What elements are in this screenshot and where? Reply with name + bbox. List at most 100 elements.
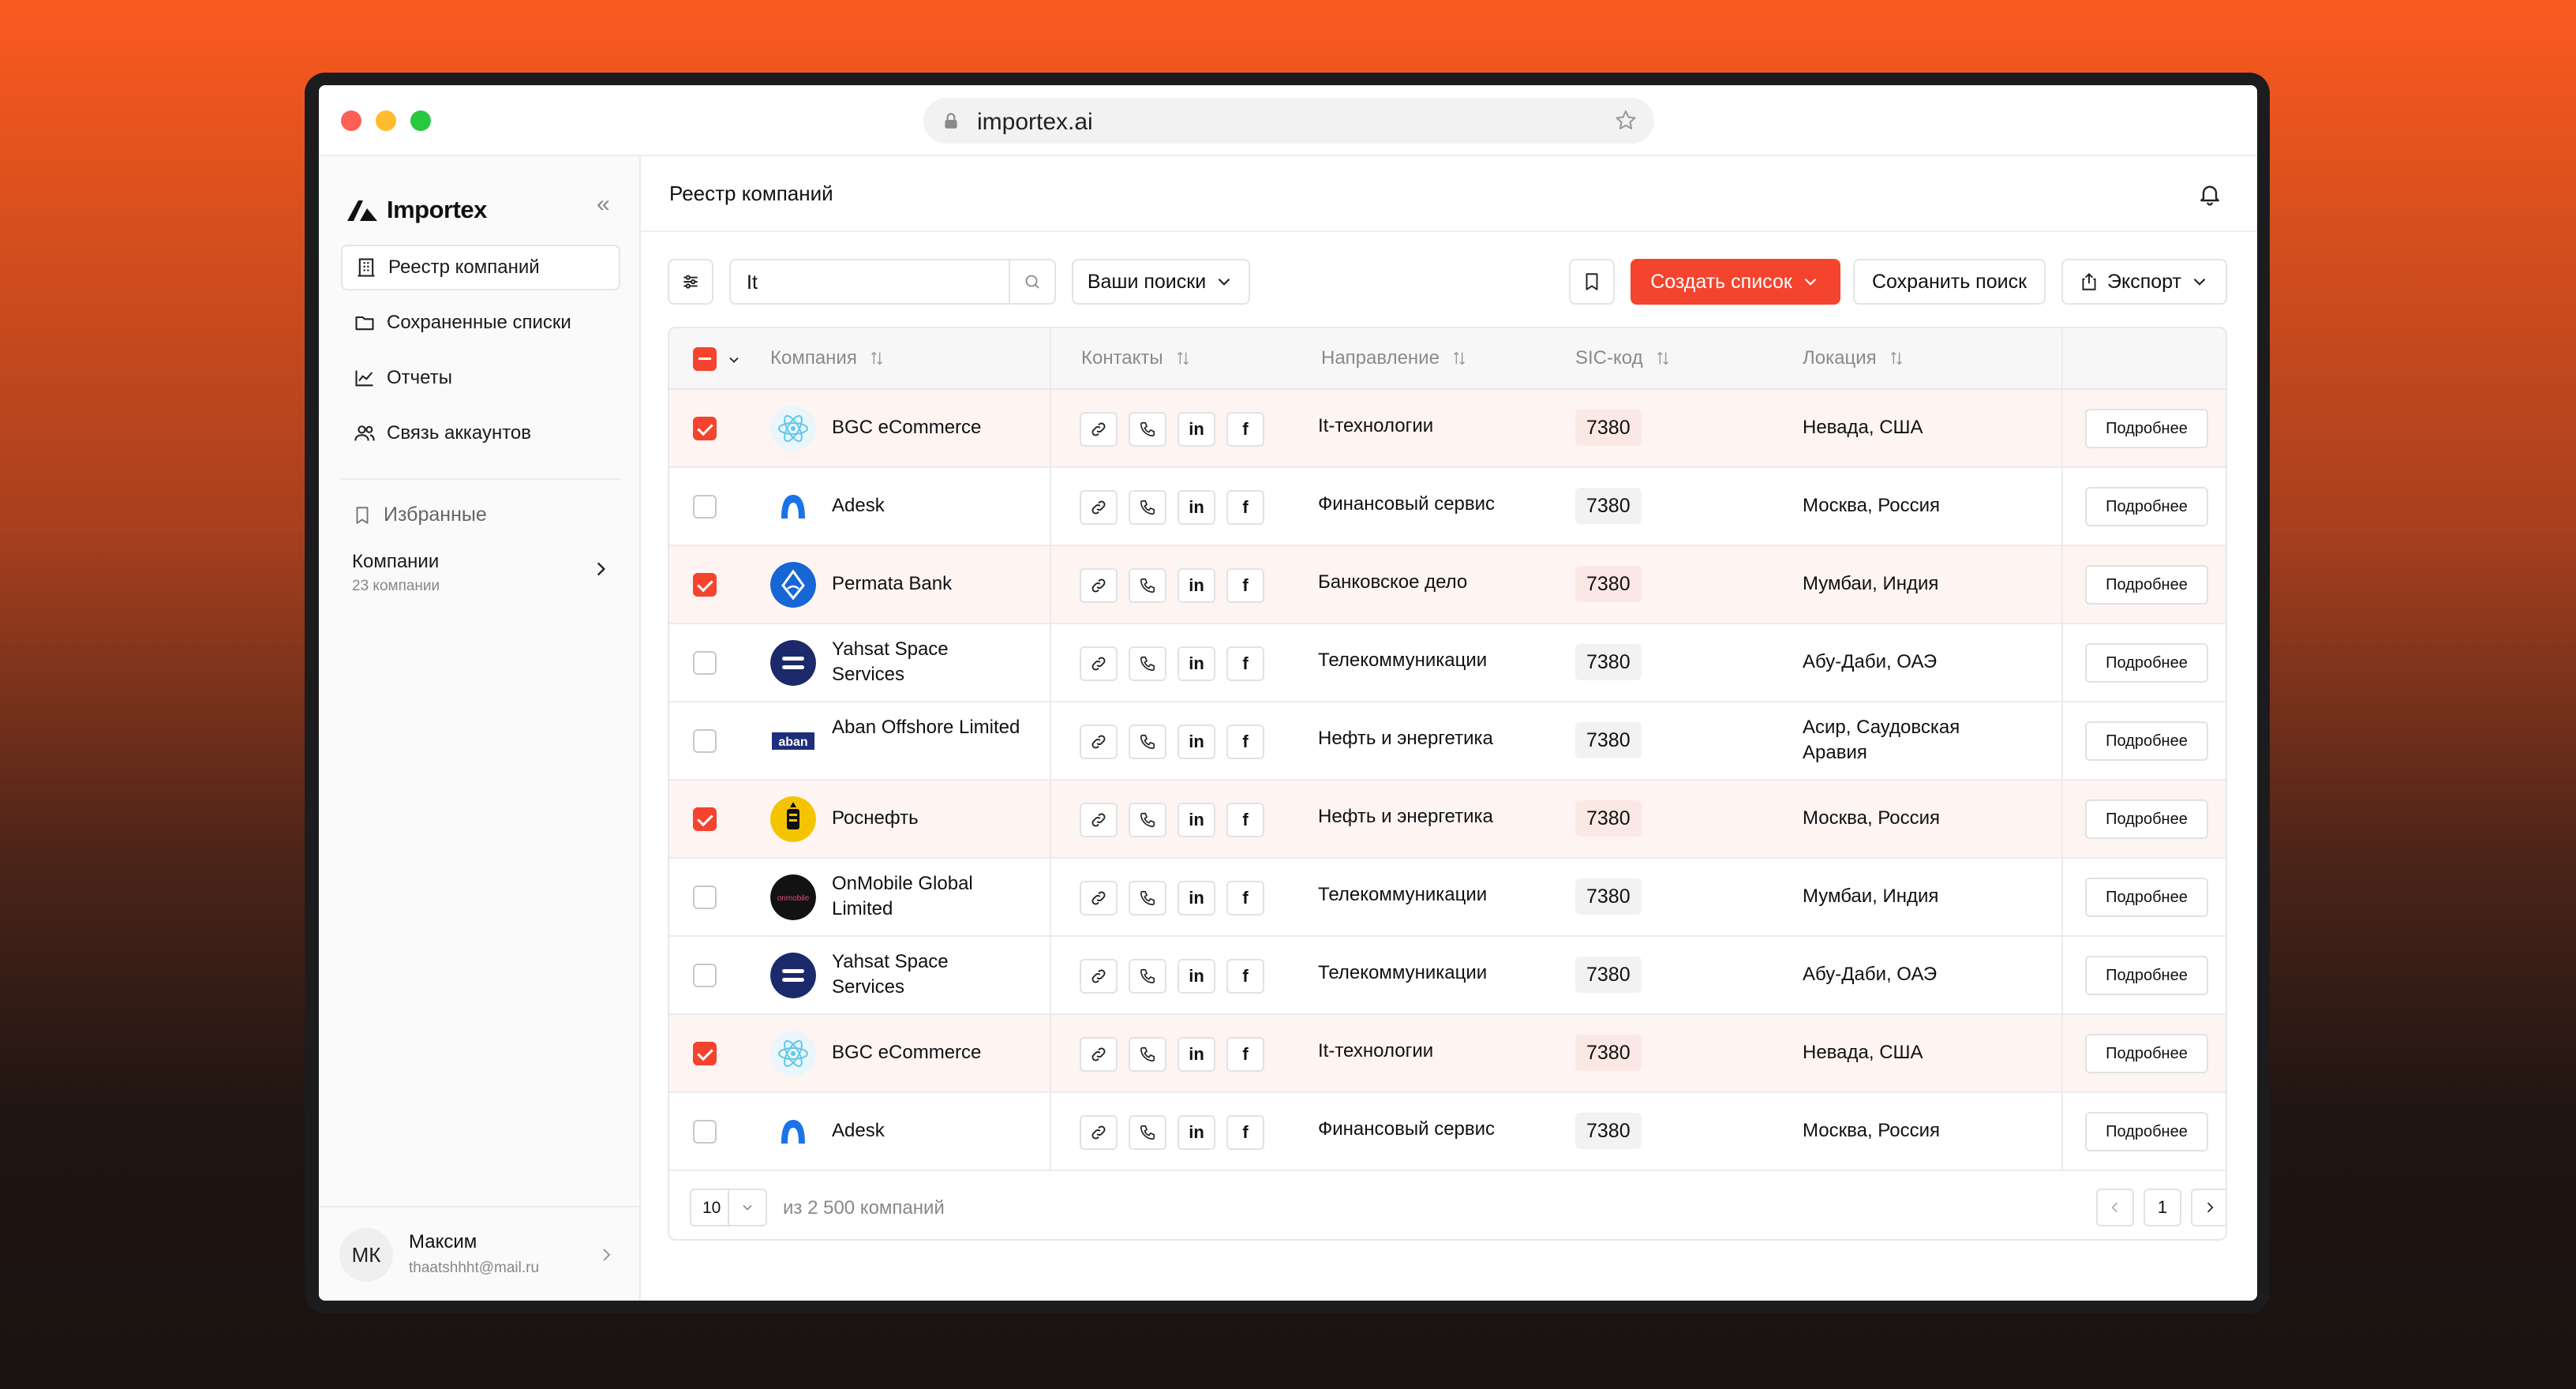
bookmark-button[interactable] [1569, 259, 1615, 305]
phone-icon[interactable] [1129, 412, 1166, 447]
chevron-right-icon[interactable] [590, 559, 611, 579]
sidebar-item-account-link[interactable]: Связь аккаунтов [341, 410, 620, 456]
row-checkbox[interactable] [693, 807, 717, 831]
bell-icon[interactable] [2197, 182, 2222, 207]
company-name[interactable]: Permata Bank [832, 571, 1021, 597]
select-all-checkbox[interactable] [693, 347, 717, 371]
export-dropdown[interactable]: Экспорт [2061, 259, 2227, 305]
company-name[interactable]: Adesk [832, 493, 1021, 519]
details-button[interactable]: Подробнее [2085, 799, 2208, 839]
details-button[interactable]: Подробнее [2085, 1112, 2208, 1151]
linkedin-icon[interactable]: in [1178, 490, 1215, 525]
details-button[interactable]: Подробнее [2085, 721, 2208, 761]
per-page-select[interactable]: 10 [690, 1189, 767, 1226]
company-name[interactable]: BGC eCommerce [832, 415, 1021, 440]
close-window-button[interactable] [341, 110, 361, 131]
facebook-icon[interactable]: f [1226, 959, 1264, 994]
table-row[interactable]: Adesk in f Финансовый сервис 7380 Москва… [669, 468, 2226, 546]
linkedin-icon[interactable]: in [1178, 803, 1215, 837]
table-row[interactable]: onmobile OnMobile Global Limited in f Те… [669, 859, 2226, 937]
linkedin-icon[interactable]: in [1178, 568, 1215, 603]
phone-icon[interactable] [1129, 803, 1166, 837]
table-row[interactable]: BGC eCommerce in f It-технологии 7380 Не… [669, 390, 2226, 468]
user-profile[interactable]: МК Максим thaatshhht@mail.ru [319, 1206, 639, 1301]
row-checkbox[interactable] [693, 651, 717, 675]
sidebar-item-saved-lists[interactable]: Сохраненные списки [341, 300, 620, 346]
details-button[interactable]: Подробнее [2085, 565, 2208, 605]
phone-icon[interactable] [1129, 568, 1166, 603]
linkedin-icon[interactable]: in [1178, 1115, 1215, 1150]
details-button[interactable]: Подробнее [2085, 878, 2208, 917]
link-icon[interactable] [1080, 568, 1118, 603]
column-header-sic[interactable]: SIC-код [1575, 347, 1672, 369]
row-checkbox[interactable] [693, 417, 717, 440]
phone-icon[interactable] [1129, 959, 1166, 994]
logo[interactable]: Importex [346, 193, 487, 227]
row-checkbox[interactable] [693, 1042, 717, 1065]
phone-icon[interactable] [1129, 490, 1166, 525]
search-button[interactable] [1009, 260, 1054, 303]
saved-searches-dropdown[interactable]: Ваши поиски [1072, 259, 1250, 305]
table-row[interactable]: Permata Bank in f Банковское дело 7380 М… [669, 546, 2226, 624]
row-checkbox[interactable] [693, 729, 717, 753]
phone-icon[interactable] [1129, 1115, 1166, 1150]
company-name[interactable]: Yahsat Space Services [832, 949, 1021, 1000]
facebook-icon[interactable]: f [1226, 490, 1264, 525]
favorites-companies-group[interactable]: Компании 23 компании [352, 551, 440, 595]
column-header-direction[interactable]: Направление [1321, 347, 1468, 369]
link-icon[interactable] [1080, 1037, 1118, 1072]
linkedin-icon[interactable]: in [1178, 724, 1215, 759]
facebook-icon[interactable]: f [1226, 803, 1264, 837]
phone-icon[interactable] [1129, 1037, 1166, 1072]
details-button[interactable]: Подробнее [2085, 1034, 2208, 1073]
link-icon[interactable] [1080, 881, 1118, 915]
save-search-button[interactable]: Сохранить поиск [1853, 259, 2046, 305]
linkedin-icon[interactable]: in [1178, 646, 1215, 681]
linkedin-icon[interactable]: in [1178, 1037, 1215, 1072]
next-page-button[interactable] [2191, 1189, 2226, 1226]
star-icon[interactable] [1613, 108, 1638, 133]
row-checkbox[interactable] [693, 885, 717, 909]
link-icon[interactable] [1080, 490, 1118, 525]
details-button[interactable]: Подробнее [2085, 487, 2208, 526]
details-button[interactable]: Подробнее [2085, 643, 2208, 683]
maximize-window-button[interactable] [410, 110, 431, 131]
link-icon[interactable] [1080, 646, 1118, 681]
phone-icon[interactable] [1129, 724, 1166, 759]
row-checkbox[interactable] [693, 495, 717, 519]
link-icon[interactable] [1080, 724, 1118, 759]
row-checkbox[interactable] [693, 573, 717, 597]
company-name[interactable]: Adesk [832, 1118, 1021, 1144]
table-row[interactable]: aban Aban Offshore Limited in f Нефть и … [669, 702, 2226, 781]
facebook-icon[interactable]: f [1226, 1037, 1264, 1072]
create-list-button[interactable]: Создать список [1631, 259, 1840, 305]
phone-icon[interactable] [1129, 646, 1166, 681]
row-checkbox[interactable] [693, 1120, 717, 1144]
facebook-icon[interactable]: f [1226, 646, 1264, 681]
link-icon[interactable] [1080, 959, 1118, 994]
minimize-window-button[interactable] [376, 110, 396, 131]
company-name[interactable]: Роснефть [832, 806, 1021, 831]
table-row[interactable]: Yahsat Space Services in f Телекоммуника… [669, 624, 2226, 702]
sidebar-item-registry[interactable]: Реестр компаний [341, 245, 620, 290]
table-row[interactable]: Роснефть in f Нефть и энергетика 7380 Мо… [669, 781, 2226, 859]
sidebar-item-reports[interactable]: Отчеты [341, 355, 620, 401]
row-checkbox[interactable] [693, 964, 717, 987]
link-icon[interactable] [1080, 1115, 1118, 1150]
chevron-down-icon[interactable] [726, 352, 742, 368]
page-number-button[interactable]: 1 [2144, 1189, 2181, 1226]
collapse-sidebar-icon[interactable]: « [597, 191, 610, 218]
company-name[interactable]: BGC eCommerce [832, 1040, 1021, 1065]
link-icon[interactable] [1080, 412, 1118, 447]
prev-page-button[interactable] [2096, 1189, 2134, 1226]
link-icon[interactable] [1080, 803, 1118, 837]
column-header-company[interactable]: Компания [770, 347, 886, 369]
linkedin-icon[interactable]: in [1178, 959, 1215, 994]
table-row[interactable]: Adesk in f Финансовый сервис 7380 Москва… [669, 1093, 2226, 1171]
facebook-icon[interactable]: f [1226, 1115, 1264, 1150]
facebook-icon[interactable]: f [1226, 568, 1264, 603]
filters-button[interactable] [668, 259, 713, 305]
table-row[interactable]: BGC eCommerce in f It-технологии 7380 Не… [669, 1015, 2226, 1093]
linkedin-icon[interactable]: in [1178, 881, 1215, 915]
details-button[interactable]: Подробнее [2085, 956, 2208, 995]
